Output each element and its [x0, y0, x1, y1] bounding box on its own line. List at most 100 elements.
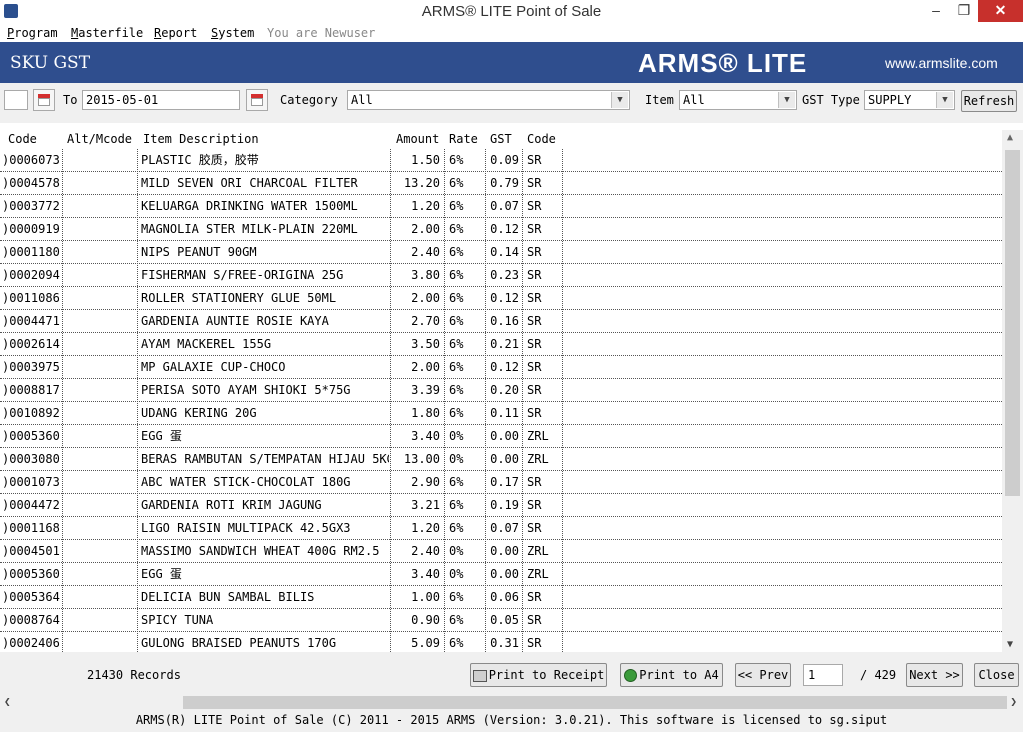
cell-gst: 0.00	[490, 429, 519, 443]
next-page-button[interactable]: Next >>	[906, 663, 963, 687]
cell-amount: 3.50	[411, 337, 440, 351]
table-row[interactable]: )0000919 MAGNOLIA STER MILK-PLAIN 220ML 2.…	[0, 218, 1002, 241]
table-row[interactable]: )0010892 UDANG KERING 20G 1.80 6% 0.11 SR	[0, 402, 1002, 425]
cell-gst: 0.12	[490, 291, 519, 305]
table-row[interactable]: )0004471 GARDENIA AUNTIE ROSIE KAYA 2.70 6%…	[0, 310, 1002, 333]
cell-rate: 0%	[449, 429, 464, 443]
table-row[interactable]: )0005364 DELICIA BUN SAMBAL BILIS 1.00 6% 0.…	[0, 586, 1002, 609]
table-row[interactable]: )0001073 ABC WATER STICK-CHOCOLAT 180G 2.9…	[0, 471, 1002, 494]
table-row[interactable]: )0006073 PLASTIC 胶质，胶带 1.50 6% 0.09 SR	[0, 149, 1002, 172]
cell-code: )0011086	[2, 291, 60, 305]
table-row[interactable]: )0002094 FISHERMAN S/FREE-ORIGINA 25G 3.80…	[0, 264, 1002, 287]
menu-system[interactable]: System	[211, 26, 254, 40]
cell-item-description: LIGO RAISIN MULTIPACK 42.5GX3	[141, 521, 351, 535]
gst-type-select[interactable]: SUPPLY ▼	[864, 90, 955, 110]
screen-title: SKU GST	[10, 53, 91, 73]
cell-rate: 6%	[449, 245, 464, 259]
prev-page-button[interactable]: << Prev	[735, 663, 791, 687]
table-row[interactable]: )0001168 LIGO RAISIN MULTIPACK 42.5GX3 1.2…	[0, 517, 1002, 540]
cell-tax-code: SR	[527, 521, 542, 535]
cell-tax-code: SR	[527, 222, 542, 236]
cell-gst: 0.07	[490, 521, 519, 535]
cell-item-description: GARDENIA ROTI KRIM JAGUNG	[141, 498, 322, 512]
table-row[interactable]: )0002406 GULONG BRAISED PEANUTS 170G 5.09 6…	[0, 632, 1002, 652]
cell-code: )0000919	[2, 222, 60, 236]
scroll-thumb[interactable]	[1005, 150, 1020, 496]
table-row[interactable]: )0003772 KELUARGA DRINKING WATER 1500ML 1.…	[0, 195, 1002, 218]
cell-tax-code: SR	[527, 613, 542, 627]
scroll-left-icon[interactable]: ❮	[4, 695, 11, 708]
table-row[interactable]: )0005360 EGG 蛋 3.40 0% 0.00 ZRL	[0, 425, 1002, 448]
category-select[interactable]: All ▼	[347, 90, 630, 110]
cell-gst: 0.20	[490, 383, 519, 397]
filter-bar: To 2015-05-01 Category All ▼ Item All ▼ …	[0, 83, 1023, 123]
cell-alt-mcode	[64, 287, 136, 309]
table-row[interactable]: )0008817 PERISA SOTO AYAM SHIOKI 5*75G 3.3…	[0, 379, 1002, 402]
cell-item-description: GULONG BRAISED PEANUTS 170G	[141, 636, 337, 650]
cell-tax-code: SR	[527, 199, 542, 213]
print-to-receipt-button[interactable]: Print to Receipt	[470, 663, 607, 687]
item-select-value: All	[683, 93, 705, 107]
chevron-down-icon[interactable]: ▼	[778, 92, 795, 108]
cell-amount: 2.40	[411, 544, 440, 558]
print-to-a4-label: Print to A4	[639, 668, 719, 682]
to-date-input[interactable]: 2015-05-01	[82, 90, 240, 110]
print-to-a4-button[interactable]: Print to A4	[620, 663, 723, 687]
cell-item-description: FISHERMAN S/FREE-ORIGINA 25G	[141, 268, 344, 282]
menu-masterfile[interactable]: Masterfile	[71, 26, 143, 40]
cell-code: )0002094	[2, 268, 60, 282]
close-window-button[interactable]: ✕	[978, 0, 1023, 22]
table-row[interactable]: )0003080 BERAS RAMBUTAN S/TEMPATAN HIJAU …	[0, 448, 1002, 471]
header-item-description[interactable]: Item Description	[143, 132, 259, 146]
cell-tax-code: SR	[527, 337, 542, 351]
page-number-input[interactable]: 1	[803, 664, 843, 686]
maximize-button[interactable]: ❐	[950, 0, 978, 22]
table-row[interactable]: )0008764 SPICY TUNA 0.90 6% 0.05 SR	[0, 609, 1002, 632]
header-alt-mcode[interactable]: Alt/Mcode	[67, 132, 132, 146]
cell-gst: 0.05	[490, 613, 519, 627]
cell-tax-code: SR	[527, 636, 542, 650]
horizontal-scroll-thumb[interactable]	[183, 696, 1007, 709]
scroll-right-icon[interactable]: ❯	[1010, 695, 1017, 708]
table-row[interactable]: )0003975 MP GALAXIE CUP-CHOCO 2.00 6% 0.12 SR	[0, 356, 1002, 379]
cell-tax-code: ZRL	[527, 544, 549, 558]
cell-rate: 6%	[449, 590, 464, 604]
from-date-input[interactable]	[4, 90, 28, 110]
cell-gst: 0.09	[490, 153, 519, 167]
cell-rate: 6%	[449, 360, 464, 374]
cell-code: )0008764	[2, 613, 60, 627]
minimize-button[interactable]: –	[922, 0, 950, 22]
cell-amount: 1.20	[411, 199, 440, 213]
chevron-down-icon[interactable]: ▼	[936, 92, 953, 108]
header-rate[interactable]: Rate	[449, 132, 478, 146]
table-row[interactable]: )0004578 MILD SEVEN ORI CHARCOAL FILTER 13…	[0, 172, 1002, 195]
vertical-scrollbar[interactable]: ▲ ▼	[1002, 130, 1023, 652]
menu-program[interactable]: Program	[7, 26, 58, 40]
header-amount[interactable]: Amount	[396, 132, 439, 146]
scroll-up-icon[interactable]: ▲	[1007, 132, 1013, 143]
header-gst[interactable]: GST	[490, 132, 512, 146]
table-row[interactable]: )0011086 ROLLER STATIONERY GLUE 50ML 2.00 6…	[0, 287, 1002, 310]
cell-tax-code: SR	[527, 176, 542, 190]
refresh-button[interactable]: Refresh	[961, 90, 1017, 112]
cell-rate: 6%	[449, 291, 464, 305]
menu-report[interactable]: Report	[154, 26, 197, 40]
horizontal-scrollbar[interactable]: ❮ ❯	[0, 694, 1023, 711]
item-select[interactable]: All ▼	[679, 90, 797, 110]
cell-tax-code: ZRL	[527, 429, 549, 443]
scroll-down-icon[interactable]: ▼	[1007, 639, 1013, 650]
table-row[interactable]: )0005360 EGG 蛋 3.40 0% 0.00 ZRL	[0, 563, 1002, 586]
cell-rate: 6%	[449, 406, 464, 420]
to-date-calendar-icon[interactable]	[246, 89, 268, 111]
cell-tax-code: ZRL	[527, 567, 549, 581]
license-message: ARMS(R) LITE Point of Sale (C) 2011 - 20…	[135, 713, 888, 727]
table-row[interactable]: )0001180 NIPS PEANUT 90GM 2.40 6% 0.14 SR	[0, 241, 1002, 264]
close-button[interactable]: Close	[974, 663, 1019, 687]
table-row[interactable]: )0004472 GARDENIA ROTI KRIM JAGUNG 3.21 6% 0…	[0, 494, 1002, 517]
header-tax-code[interactable]: Code	[527, 132, 556, 146]
table-row[interactable]: )0002614 AYAM MACKEREL 155G 3.50 6% 0.21 SR	[0, 333, 1002, 356]
chevron-down-icon[interactable]: ▼	[611, 92, 628, 108]
header-code[interactable]: Code	[8, 132, 37, 146]
table-row[interactable]: )0004501 MASSIMO SANDWICH WHEAT 400G RM2.…	[0, 540, 1002, 563]
from-date-calendar-icon[interactable]	[33, 89, 55, 111]
